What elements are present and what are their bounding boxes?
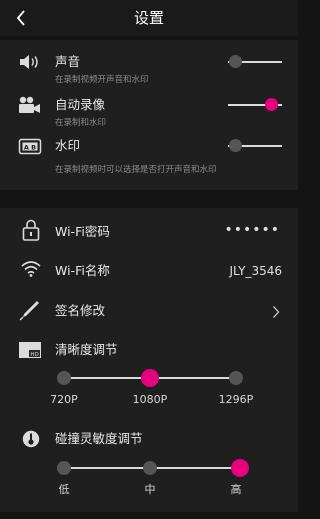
signature-label: 签名修改 <box>55 303 106 318</box>
sensitivity-option-high: 高 <box>230 483 242 496</box>
auto-record-toggle-knob <box>265 98 278 111</box>
thermometer-icon <box>22 430 40 452</box>
sensitivity-label: 碰撞灵敏度调节 <box>55 431 143 446</box>
auto-record-description: 在录制和水印 <box>55 118 107 128</box>
resolution-option-720p: 720P <box>50 393 78 406</box>
sound-description: 在录制视频开声音和水印 <box>55 75 149 85</box>
watermark-toggle-knob <box>229 139 242 152</box>
sensitivity-option-medium: 中 <box>144 483 156 496</box>
signature-row[interactable]: 签名修改 <box>0 294 298 328</box>
wifi-password-label: Wi-Fi密码 <box>55 224 110 239</box>
lock-icon <box>22 218 40 246</box>
wifi-name-row[interactable]: Wi-Fi名称 JLY_3546 <box>0 254 298 288</box>
wifi-name-label: Wi-Fi名称 <box>55 263 110 278</box>
chevron-right-icon <box>272 304 280 323</box>
svg-text:A B: A B <box>24 143 36 151</box>
watermark-icon: A B <box>18 138 42 160</box>
sensitivity-slider[interactable] <box>57 459 249 477</box>
speaker-icon <box>18 53 42 75</box>
wifi-password-value: •••••• <box>224 222 280 238</box>
sound-toggle[interactable] <box>228 54 282 70</box>
sound-toggle-knob <box>229 55 242 68</box>
resolution-slider[interactable] <box>57 369 243 387</box>
sound-label: 声音 <box>55 54 81 69</box>
resolution-slider-stop-1080p[interactable] <box>141 369 159 387</box>
watermark-description: 在录制视频时可以选择是否打开声音和水印 <box>55 165 217 175</box>
hd-icon: HD <box>18 341 42 363</box>
resolution-label: 清晰度调节 <box>55 342 118 357</box>
sensitivity-slider-stop-high[interactable] <box>231 459 249 477</box>
wifi-password-row[interactable]: Wi-Fi密码 •••••• <box>0 214 298 250</box>
auto-record-label: 自动录像 <box>55 97 106 112</box>
wifi-icon <box>20 260 42 282</box>
watermark-toggle[interactable] <box>228 138 282 154</box>
sensitivity-slider-stop-low[interactable] <box>57 461 71 475</box>
sensitivity-option-low: 低 <box>58 483 70 496</box>
wifi-name-value: JLY_3546 <box>229 264 283 278</box>
pen-icon <box>18 298 42 326</box>
auto-record-toggle[interactable] <box>228 97 282 113</box>
watermark-label: 水印 <box>55 138 81 153</box>
resolution-option-1080p: 1080P <box>132 393 168 406</box>
resolution-slider-stop-1296p[interactable] <box>229 371 243 385</box>
resolution-slider-stop-720p[interactable] <box>57 371 71 385</box>
resolution-option-1296p: 1296P <box>218 393 254 406</box>
title-bar: 设置 <box>0 0 298 36</box>
sensitivity-slider-stop-medium[interactable] <box>143 461 157 475</box>
video-camera-icon <box>17 96 43 120</box>
svg-text:HD: HD <box>30 352 38 358</box>
page-title: 设置 <box>133 9 164 27</box>
